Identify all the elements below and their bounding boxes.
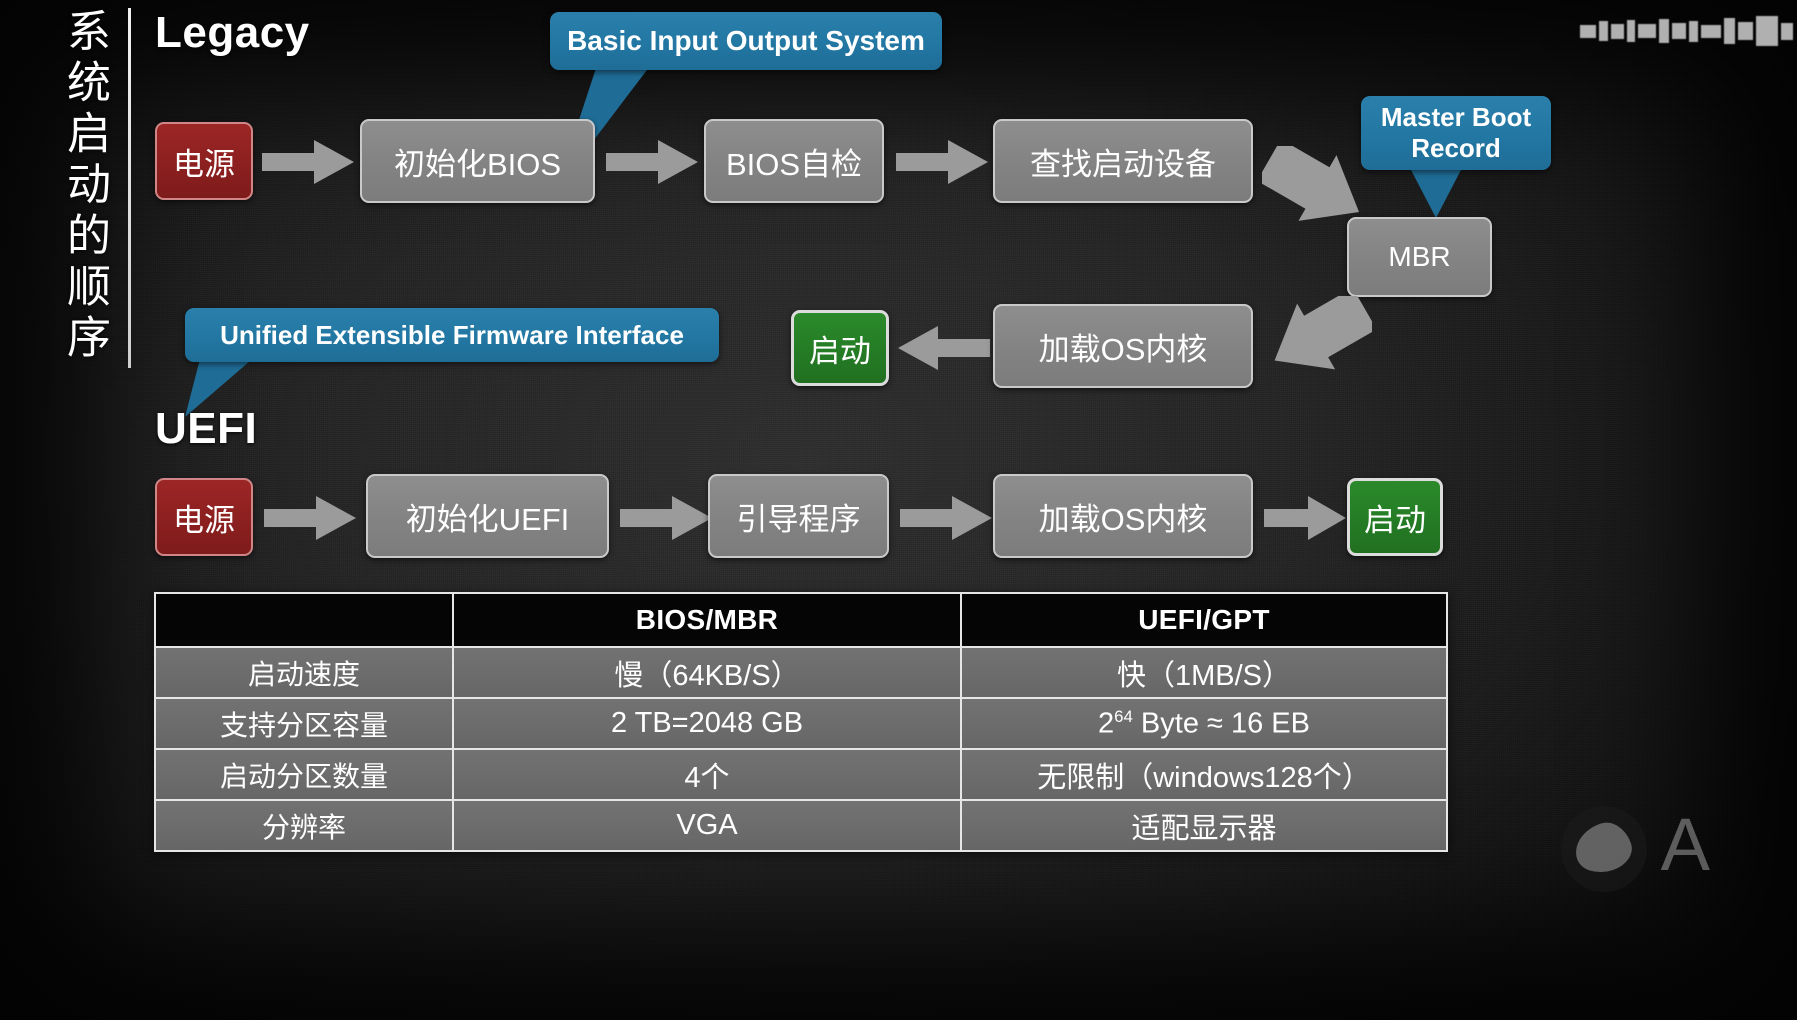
arrow-load-kernel-to-uefi-boot bbox=[1264, 496, 1346, 540]
pixel-block bbox=[1756, 16, 1778, 46]
row-label-partition-capacity: 支持分区容量 bbox=[154, 697, 454, 750]
section-heading-legacy: Legacy bbox=[155, 8, 310, 57]
arrow-load-kernel-to-boot bbox=[898, 326, 990, 370]
cell-partition-count-bios: 4个 bbox=[452, 748, 962, 801]
pixel-block bbox=[1599, 21, 1608, 41]
arrow-uefi-init-to-bootloader bbox=[620, 496, 712, 540]
cell-resolution-uefi: 适配显示器 bbox=[960, 799, 1448, 852]
row-label-resolution: 分辨率 bbox=[154, 799, 454, 852]
node-legacy-boot[interactable]: 启动 bbox=[791, 310, 889, 386]
pixel-block bbox=[1701, 24, 1721, 38]
node-legacy-post[interactable]: BIOS自检 bbox=[704, 119, 884, 203]
table-header-blank bbox=[154, 592, 454, 648]
exp-power: 64 bbox=[1114, 706, 1133, 726]
cell-boot-speed-uefi: 快（1MB/S） bbox=[960, 646, 1448, 699]
watermark-swoosh-shape bbox=[1568, 816, 1638, 880]
exp-base: 2 bbox=[1098, 707, 1115, 740]
mbr-callout-line1: Master Boot bbox=[1380, 102, 1532, 133]
cell-partition-count-uefi: 无限制（windows128个） bbox=[960, 748, 1448, 801]
node-uefi-power[interactable]: 电源 bbox=[155, 478, 253, 556]
pixel-block bbox=[1672, 23, 1686, 39]
arrow-init-bios-to-post bbox=[606, 140, 698, 184]
mbr-callout-line2: Record bbox=[1411, 133, 1501, 163]
pixel-block bbox=[1627, 20, 1635, 42]
cell-partition-capacity-uefi: 264 Byte ≈ 16 EB bbox=[960, 697, 1448, 750]
pixel-block bbox=[1724, 18, 1735, 44]
cell-partition-capacity-bios: 2 TB=2048 GB bbox=[452, 697, 962, 750]
pixel-block bbox=[1580, 24, 1596, 38]
node-uefi-bootloader[interactable]: 引导程序 bbox=[708, 474, 889, 558]
node-uefi-boot[interactable]: 启动 bbox=[1347, 478, 1443, 556]
node-legacy-init-bios[interactable]: 初始化BIOS bbox=[360, 119, 595, 203]
arrow-power-to-init-bios bbox=[262, 140, 354, 184]
table-header-uefi-gpt: UEFI/GPT bbox=[960, 592, 1448, 648]
arrow-post-to-find-device bbox=[896, 140, 988, 184]
table-header-bios-mbr: BIOS/MBR bbox=[452, 592, 962, 648]
table-header-row: BIOS/MBR UEFI/GPT bbox=[154, 592, 1448, 648]
table-row: 支持分区容量 2 TB=2048 GB 264 Byte ≈ 16 EB bbox=[154, 697, 1448, 750]
exp-rest: Byte ≈ 16 EB bbox=[1132, 707, 1310, 740]
title-divider-rule bbox=[128, 8, 131, 368]
cell-resolution-bios: VGA bbox=[452, 799, 962, 852]
callout-basic-input-output-system: Basic Input Output System bbox=[550, 12, 942, 70]
cell-boot-speed-bios: 慢（64KB/S） bbox=[452, 646, 962, 699]
watermark-letter: A bbox=[1660, 803, 1711, 886]
row-label-partition-count: 启动分区数量 bbox=[154, 748, 454, 801]
node-legacy-power[interactable]: 电源 bbox=[155, 122, 253, 200]
page-title: 系统启动的顺序 bbox=[60, 8, 109, 365]
pixel-block bbox=[1659, 19, 1669, 43]
section-heading-uefi: UEFI bbox=[155, 404, 258, 453]
pixel-block bbox=[1638, 24, 1656, 38]
pixel-block bbox=[1738, 22, 1753, 40]
pixel-block bbox=[1611, 23, 1624, 39]
watermark-top-right-pixelated bbox=[1493, 4, 1793, 58]
node-uefi-load-kernel[interactable]: 加载OS内核 bbox=[993, 474, 1253, 558]
arrow-uefi-power-to-init bbox=[264, 496, 356, 540]
arrow-bootloader-to-load-kernel bbox=[900, 496, 992, 540]
slide-canvas: 系统启动的顺序 Legacy Basic Input Output System… bbox=[0, 0, 1797, 1020]
comparison-table: BIOS/MBR UEFI/GPT 启动速度 慢（64KB/S） 快（1MB/S… bbox=[154, 592, 1448, 852]
pixel-block bbox=[1689, 20, 1698, 42]
callout-master-boot-record: Master Boot Record bbox=[1361, 96, 1551, 170]
callout-unified-extensible-firmware-interface: Unified Extensible Firmware Interface bbox=[185, 308, 719, 362]
table-row: 启动分区数量 4个 无限制（windows128个） bbox=[154, 748, 1448, 801]
node-legacy-find-boot-device[interactable]: 查找启动设备 bbox=[993, 119, 1253, 203]
row-label-boot-speed: 启动速度 bbox=[154, 646, 454, 699]
watermark-logo-icon bbox=[1561, 806, 1647, 892]
node-uefi-init[interactable]: 初始化UEFI bbox=[366, 474, 609, 558]
node-legacy-mbr[interactable]: MBR bbox=[1347, 217, 1492, 297]
mbr-callout-tail bbox=[1410, 168, 1462, 218]
pixel-block bbox=[1781, 22, 1793, 40]
table-row: 启动速度 慢（64KB/S） 快（1MB/S） bbox=[154, 646, 1448, 699]
node-legacy-load-kernel[interactable]: 加载OS内核 bbox=[993, 304, 1253, 388]
table-row: 分辨率 VGA 适配显示器 bbox=[154, 799, 1448, 852]
arrow-mbr-to-load-kernel bbox=[1274, 296, 1372, 370]
